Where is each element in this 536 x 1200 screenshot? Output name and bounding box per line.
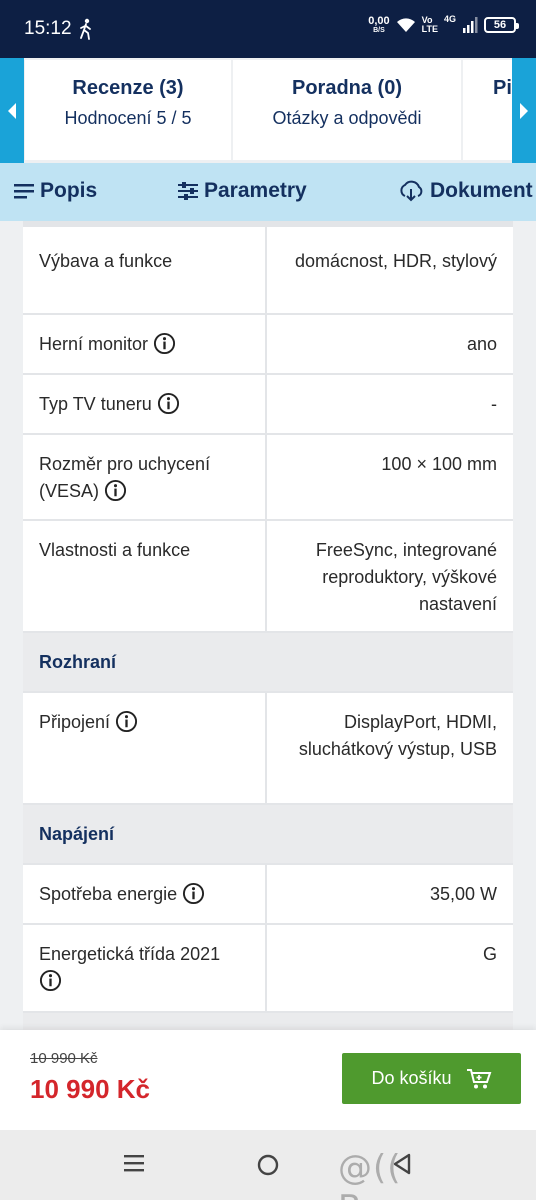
spec-label: Herní monitor <box>23 315 267 373</box>
table-row: Výbava a funkce domácnost, HDR, stylový <box>23 221 513 313</box>
add-to-cart-label: Do košíku <box>371 1068 452 1088</box>
section-navigation: Popis Parametry Dokument <box>0 163 536 221</box>
status-bar: 15:12 0,00 B/S Vo LTE 4G 56 <box>0 0 536 58</box>
cart-icon <box>466 1068 491 1088</box>
spec-label: Typ TV tuneru <box>23 375 267 433</box>
table-row: Herní monitor ano <box>23 313 513 373</box>
table-row: Připojení DisplayPort, HDMI, sluchátkový… <box>23 691 513 803</box>
network-speed: 0,00 B/S <box>368 15 390 35</box>
tab-reviews[interactable]: Recenze (3) Hodnocení 5 / 5 <box>25 60 231 160</box>
nav-parameters[interactable]: Parametry <box>178 179 307 203</box>
recent-apps-icon[interactable] <box>123 1152 145 1174</box>
buy-bar: 10 990 Kč 10 990 Kč Do košíku <box>0 1030 536 1130</box>
walking-icon <box>80 18 91 40</box>
group-header-power: Napájení <box>23 803 513 863</box>
price: 10 990 Kč <box>30 1074 150 1104</box>
scroll-right-button[interactable] <box>512 58 536 163</box>
wifi-icon <box>396 18 415 32</box>
tab-questions-subtitle: Otázky a odpovědi <box>272 108 422 128</box>
add-to-cart-button[interactable]: Do košíku <box>342 1053 521 1104</box>
info-icon[interactable] <box>182 882 205 905</box>
spec-label: Spotřeba energie <box>23 865 267 923</box>
spec-value: ano <box>466 334 497 354</box>
table-row: Spotřeba energie 35,00 W <box>23 863 513 923</box>
tab-next[interactable]: Pi <box>463 60 513 160</box>
spec-value: 100 × 100 mm <box>381 454 497 474</box>
table-row: Energetická třída 2021 G <box>23 923 513 1011</box>
tab-questions[interactable]: Poradna (0) Otázky a odpovědi <box>233 60 461 160</box>
menu-lines-icon <box>14 184 34 199</box>
system-navigation-bar: @(( Bazos.cz <box>0 1130 536 1200</box>
spec-label: Připojení <box>23 693 267 803</box>
tab-next-title: Pi <box>493 77 512 99</box>
table-row: Vlastnosti a funkce FreeSync, integrovan… <box>23 519 513 631</box>
old-price: 10 990 Kč <box>30 1050 98 1067</box>
info-icon[interactable] <box>157 392 180 415</box>
battery-icon: 56 <box>484 17 519 33</box>
tab-reviews-title: Recenze (3) <box>72 77 184 99</box>
volte-indicator: Vo LTE <box>421 15 438 34</box>
spec-label: Rozměr pro uchycení (VESA) <box>23 435 267 519</box>
watermark: @(( Bazos.cz <box>338 1148 493 1200</box>
cloud-download-icon <box>400 180 423 202</box>
spec-label: Vlastnosti a funkce <box>23 521 267 631</box>
product-tabs: Recenze (3) Hodnocení 5 / 5 Poradna (0) … <box>0 58 536 163</box>
network-type: 4G <box>443 14 456 24</box>
spec-value: 35,00 W <box>429 884 497 904</box>
tab-questions-title: Poradna (0) <box>291 77 403 99</box>
info-icon[interactable] <box>104 479 127 502</box>
chevron-right-icon <box>520 103 528 119</box>
home-icon[interactable] <box>257 1154 279 1176</box>
spec-value: G <box>482 944 497 964</box>
info-icon[interactable] <box>39 969 62 992</box>
chevron-left-icon <box>8 103 16 119</box>
spec-label: Výbava a funkce <box>23 227 267 313</box>
group-header-interface: Rozhraní <box>23 631 513 691</box>
parameters-table: Výbava a funkce domácnost, HDR, stylový … <box>23 221 513 1041</box>
spec-value: - <box>491 394 497 414</box>
sliders-icon <box>178 182 198 200</box>
tab-reviews-subtitle: Hodnocení 5 / 5 <box>64 108 192 128</box>
nav-description[interactable]: Popis <box>14 179 97 203</box>
info-icon[interactable] <box>115 710 138 733</box>
signal-icon <box>463 17 478 33</box>
table-row: Rozměr pro uchycení (VESA) 100 × 100 mm <box>23 433 513 519</box>
scroll-left-button[interactable] <box>0 58 24 163</box>
status-time: 15:12 <box>24 18 72 39</box>
spec-value: DisplayPort, HDMI, sluchátkový výstup, U… <box>298 712 497 759</box>
table-row: Typ TV tuneru - <box>23 373 513 433</box>
spec-value: FreeSync, integrované reproduktory, výšk… <box>315 540 497 614</box>
info-icon[interactable] <box>153 332 176 355</box>
spec-label: Energetická třída 2021 <box>23 925 267 1011</box>
spec-value: domácnost, HDR, stylový <box>294 251 497 271</box>
nav-documents[interactable]: Dokument <box>398 179 533 203</box>
